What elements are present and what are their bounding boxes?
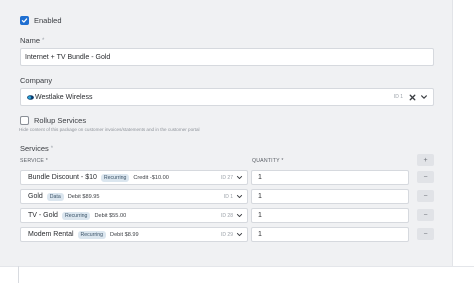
name-label-row: Name * bbox=[20, 36, 44, 45]
quantity-value: 1 bbox=[258, 231, 262, 238]
col-quantity-mark: * bbox=[281, 158, 284, 164]
service-badge: Recurring bbox=[77, 230, 107, 239]
minus-icon: − bbox=[423, 173, 428, 181]
service-id: ID 28 bbox=[221, 212, 233, 219]
quantity-input-3[interactable]: 1 bbox=[251, 227, 409, 242]
rollup-checkbox[interactable] bbox=[20, 116, 29, 125]
col-quantity-text: QUANTITY bbox=[252, 158, 280, 164]
quantity-value: 1 bbox=[258, 174, 262, 181]
clear-icon[interactable] bbox=[408, 93, 417, 102]
chevron-down-icon[interactable] bbox=[236, 212, 243, 219]
form-panel: Enabled Name * Internet + TV Bundle - Go… bbox=[0, 0, 453, 266]
service-name: Modem Rental bbox=[28, 231, 74, 238]
col-quantity-header: QUANTITY * bbox=[252, 158, 284, 164]
col-service-text: SERVICE bbox=[20, 158, 45, 164]
remove-service-button-3[interactable]: − bbox=[417, 228, 434, 240]
services-required-mark: * bbox=[50, 145, 54, 152]
services-label-row: Services * bbox=[20, 144, 53, 153]
divider-tick bbox=[18, 266, 19, 283]
quantity-value: 1 bbox=[258, 193, 262, 200]
col-service-header: SERVICE * bbox=[20, 158, 48, 164]
enabled-checkbox[interactable] bbox=[20, 16, 29, 25]
quantity-input-2[interactable]: 1 bbox=[251, 208, 409, 223]
company-value: Westlake Wireless bbox=[35, 93, 93, 101]
service-select-1[interactable]: Gold Data Debit $89.95 ID 1 bbox=[20, 189, 248, 204]
services-label: Services bbox=[20, 144, 49, 153]
service-select-3[interactable]: Modem Rental Recurring Debit $8.99 ID 29 bbox=[20, 227, 248, 242]
service-id: ID 1 bbox=[223, 193, 233, 200]
name-label: Name bbox=[20, 36, 41, 45]
service-badge: Recurring bbox=[100, 173, 130, 182]
service-id: ID 29 bbox=[221, 231, 233, 238]
service-name: TV - Gold bbox=[28, 212, 58, 219]
service-name: Bundle Discount - $10 bbox=[28, 174, 97, 181]
chevron-down-icon[interactable] bbox=[236, 193, 243, 200]
minus-icon: − bbox=[423, 230, 428, 238]
company-label: Company bbox=[20, 76, 53, 85]
name-required-mark: * bbox=[42, 37, 45, 44]
company-label-row: Company bbox=[20, 76, 52, 85]
check-icon bbox=[21, 18, 28, 23]
service-amount: Debit $8.99 bbox=[110, 231, 139, 238]
col-service-mark: * bbox=[45, 158, 48, 164]
remove-service-button-0[interactable]: − bbox=[417, 171, 434, 183]
quantity-input-0[interactable]: 1 bbox=[251, 170, 409, 185]
service-amount: Credit -$10.00 bbox=[133, 174, 169, 181]
remove-service-button-2[interactable]: − bbox=[417, 209, 434, 221]
service-amount: Debit $89.95 bbox=[67, 193, 100, 200]
enabled-row[interactable]: Enabled bbox=[20, 16, 62, 25]
chevron-down-icon[interactable] bbox=[236, 231, 243, 238]
minus-icon: − bbox=[423, 192, 428, 200]
add-service-button[interactable]: + bbox=[417, 154, 434, 166]
service-badge: Data bbox=[46, 192, 64, 201]
service-id: ID 27 bbox=[221, 174, 233, 181]
minus-icon: − bbox=[423, 211, 428, 219]
service-select-0[interactable]: Bundle Discount - $10 Recurring Credit -… bbox=[20, 170, 248, 185]
service-amount: Debit $55.00 bbox=[94, 212, 127, 219]
service-select-2[interactable]: TV - Gold Recurring Debit $55.00 ID 28 bbox=[20, 208, 248, 223]
service-badge: Recurring bbox=[61, 211, 91, 220]
name-field[interactable]: Internet + TV Bundle - Gold bbox=[20, 48, 434, 66]
service-name: Gold bbox=[28, 193, 43, 200]
company-id: ID 1 bbox=[393, 94, 403, 100]
company-logo-icon bbox=[27, 94, 34, 100]
enabled-label: Enabled bbox=[34, 16, 62, 25]
rollup-label: Rollup Services bbox=[34, 116, 87, 125]
rollup-help-text: Hide content of this package on customer… bbox=[19, 127, 200, 132]
name-value: Internet + TV Bundle - Gold bbox=[25, 53, 111, 61]
divider bbox=[0, 266, 474, 267]
quantity-input-1[interactable]: 1 bbox=[251, 189, 409, 204]
rollup-row[interactable]: Rollup Services bbox=[20, 116, 86, 125]
plus-icon: + bbox=[423, 156, 428, 164]
chevron-down-icon[interactable] bbox=[236, 174, 243, 181]
quantity-value: 1 bbox=[258, 212, 262, 219]
company-select[interactable]: Westlake Wireless ID 1 bbox=[20, 88, 434, 106]
remove-service-button-1[interactable]: − bbox=[417, 190, 434, 202]
chevron-down-icon[interactable] bbox=[420, 93, 428, 101]
